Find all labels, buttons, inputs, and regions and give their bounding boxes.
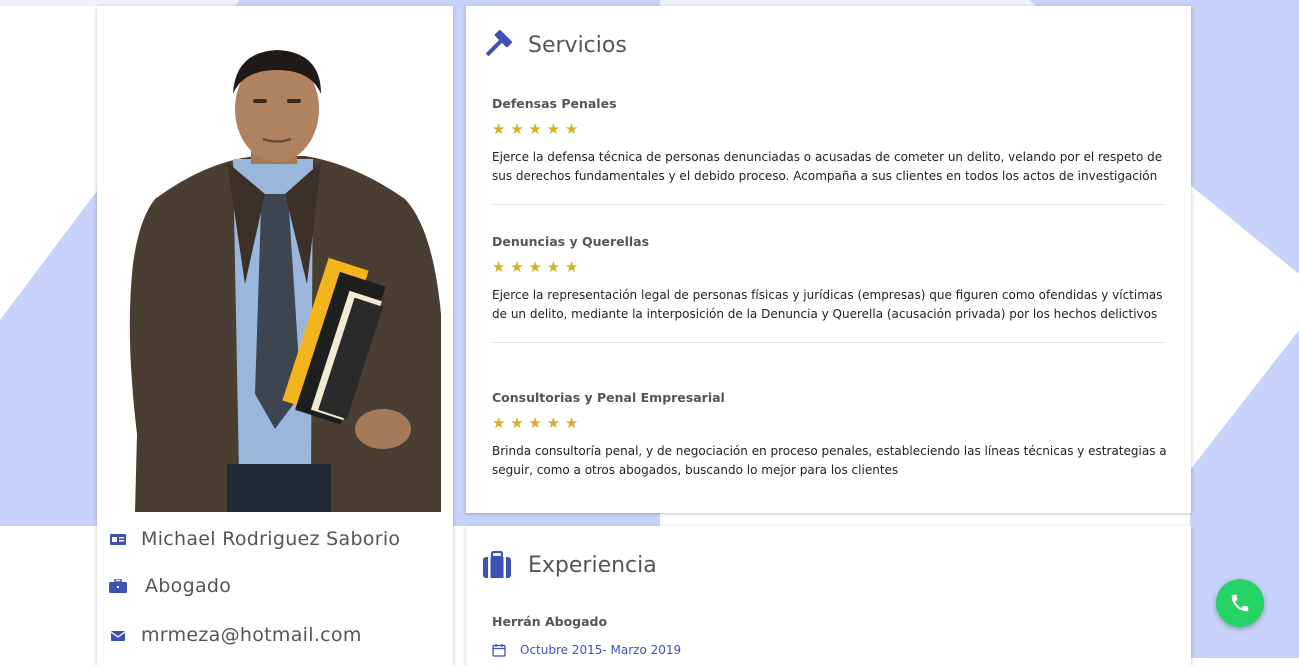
- profile-email[interactable]: mrmeza@hotmail.com: [141, 624, 362, 646]
- experience-dates: Octubre 2015- Marzo 2019: [520, 643, 682, 657]
- envelope-icon: [110, 631, 126, 641]
- experience-company: Herrán Abogado: [492, 614, 608, 629]
- profile-photo: [129, 50, 442, 512]
- divider: [492, 342, 1166, 343]
- gavel-icon: [486, 30, 512, 56]
- service-item: Defensas Penales ★ ★ ★ ★ ★ Ejerce la def…: [492, 96, 1167, 186]
- services-header: Servicios: [482, 30, 627, 60]
- phone-icon: [1231, 594, 1249, 612]
- service-item: Denuncias y Querellas ★ ★ ★ ★ ★ Ejerce l…: [492, 234, 1167, 324]
- whatsapp-call-button[interactable]: [1216, 579, 1264, 627]
- service-description: Ejerce la representación legal de person…: [492, 288, 1163, 321]
- service-item: Consultorias y Penal Empresarial ★ ★ ★ ★…: [492, 390, 1167, 480]
- profile-name-row: Michael Rodriguez Saborio: [109, 528, 400, 550]
- profile-email-row: mrmeza@hotmail.com: [109, 624, 362, 646]
- id-card-icon: [110, 534, 126, 545]
- services-card: Servicios Defensas Penales ★ ★ ★ ★ ★ Eje…: [466, 6, 1191, 513]
- profile-profession: Abogado: [145, 575, 232, 597]
- profile-profession-row: Abogado: [109, 575, 231, 597]
- experience-header: Experiencia: [482, 551, 657, 579]
- experience-title: Experiencia: [528, 552, 657, 578]
- service-description: Ejerce la defensa técnica de personas de…: [492, 150, 1163, 183]
- service-description: Brinda consultoría penal, y de negociaci…: [492, 444, 1167, 477]
- star-rating: ★ ★ ★ ★ ★: [492, 258, 579, 276]
- service-title: Denuncias y Querellas: [492, 234, 650, 249]
- experience-card: Experiencia Herrán Abogado Octubre 2015-…: [466, 526, 1191, 666]
- suitcase-icon: [483, 551, 511, 578]
- briefcase-icon: [109, 579, 127, 593]
- star-rating: ★ ★ ★ ★ ★: [492, 414, 579, 432]
- profile-card: Michael Rodriguez Saborio Abogado mrmeza…: [97, 6, 453, 666]
- divider: [492, 204, 1166, 205]
- calendar-icon: [492, 644, 506, 657]
- experience-dates-row: Octubre 2015- Marzo 2019: [492, 643, 681, 657]
- services-title: Servicios: [528, 32, 627, 58]
- star-rating: ★ ★ ★ ★ ★: [492, 120, 579, 138]
- service-title: Consultorias y Penal Empresarial: [492, 390, 725, 405]
- service-title: Defensas Penales: [492, 96, 617, 111]
- profile-name: Michael Rodriguez Saborio: [141, 528, 401, 550]
